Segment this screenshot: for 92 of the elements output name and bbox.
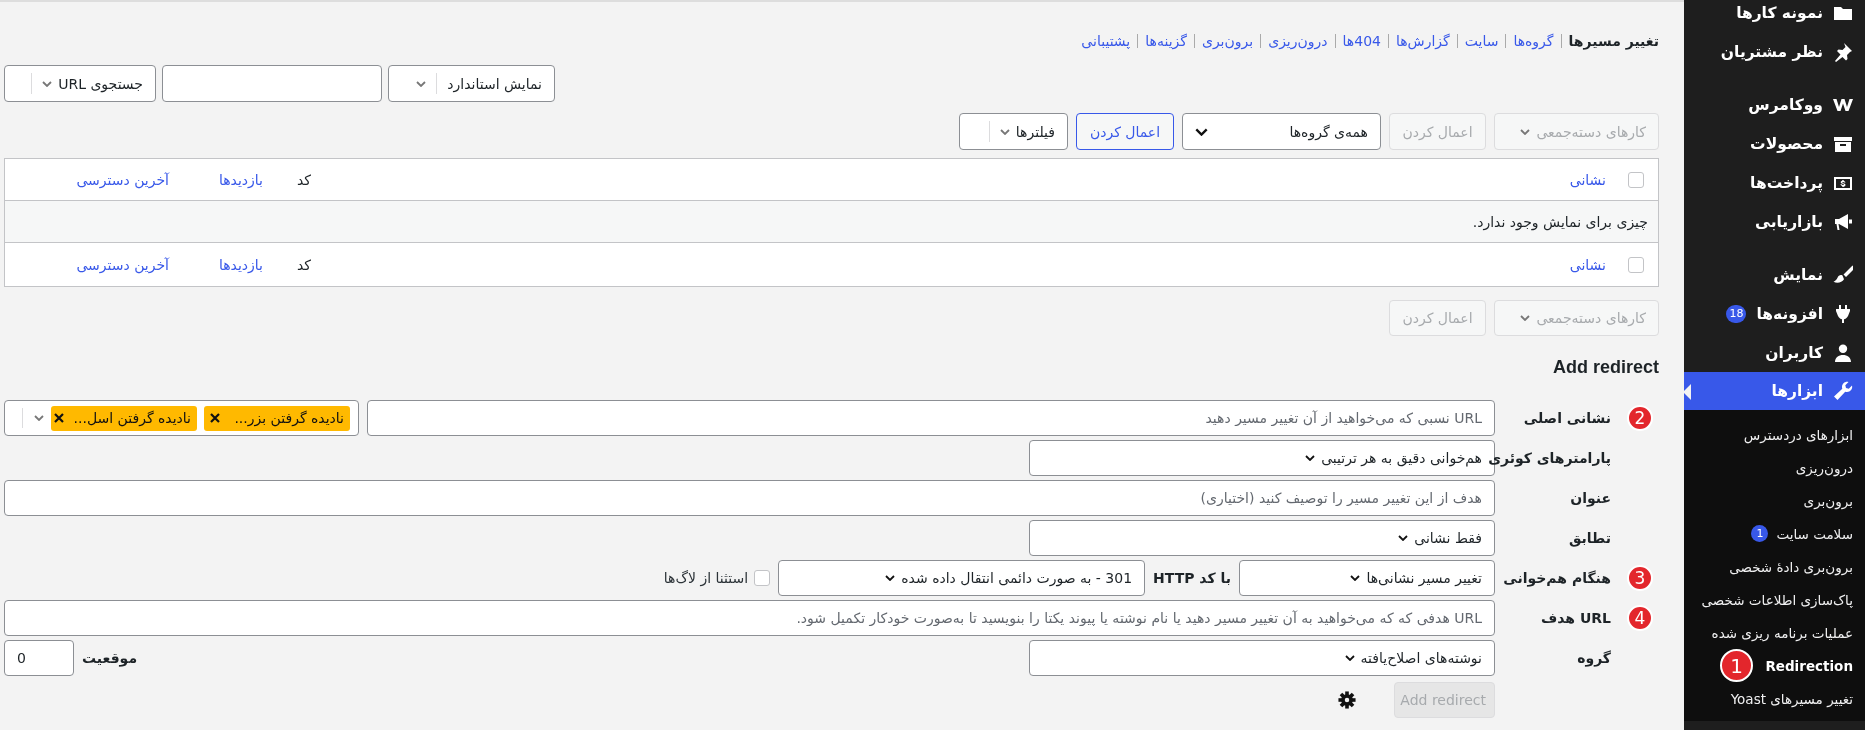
filters-dropdown[interactable]: فیلترها xyxy=(959,113,1068,150)
checkbox[interactable] xyxy=(754,570,771,586)
step-marker: 4 xyxy=(1627,605,1653,631)
menu-item[interactable]: پرداخت‌ها xyxy=(1684,163,1865,202)
wrench-icon xyxy=(1833,381,1853,401)
chevron-down-icon xyxy=(1520,315,1531,321)
view-link[interactable]: گزینه‌ها xyxy=(1137,34,1194,48)
search-button[interactable]: جستجوی URL xyxy=(4,65,156,102)
view-link[interactable]: تغییر مسیرها xyxy=(1560,34,1659,48)
view-link[interactable]: گزارش‌ها xyxy=(1387,34,1457,48)
menu-item[interactable]: ووکامرس xyxy=(1684,85,1865,124)
dropdown[interactable]: 301 - به صورت دائمی انتقال داده شده xyxy=(778,560,1146,596)
menu-item[interactable]: ابزارها xyxy=(1684,372,1865,410)
section-heading: Add redirect xyxy=(1551,356,1659,378)
checkbox-label: استثنا از لاگ‌ها xyxy=(663,570,749,586)
view-dropdown[interactable]: نمایش استاندارد xyxy=(388,65,555,102)
megaphone-icon xyxy=(1833,211,1853,232)
dropdown[interactable]: نوشته‌های اصلاح‌یافته xyxy=(1029,640,1495,676)
submenu-item[interactable]: برون‌بری دادهٔ شخصی xyxy=(1729,550,1865,583)
group-dropdown[interactable]: همه‌ی گروه‌ها xyxy=(1182,113,1381,150)
column-header[interactable]: آخرین دسترسی xyxy=(76,171,169,188)
chevron-down-icon xyxy=(42,80,53,87)
chevron-down-icon xyxy=(416,80,427,87)
tag-label: نادیده گرفتن اسل... xyxy=(73,410,191,426)
field-label: عنوان xyxy=(1570,490,1611,506)
column-header: کد xyxy=(297,256,311,273)
select-all-checkbox[interactable] xyxy=(1628,256,1644,273)
gear-icon[interactable] xyxy=(1338,691,1356,709)
chevron-down-icon xyxy=(1398,535,1409,541)
menu-item[interactable]: محصولات xyxy=(1684,124,1865,163)
field-label: نشانی اصلی xyxy=(1523,410,1611,426)
chevron-down-icon xyxy=(34,415,44,421)
close-icon[interactable] xyxy=(210,413,220,423)
brush-icon xyxy=(1833,264,1853,285)
count-badge: 18 xyxy=(1726,304,1747,323)
field-label: تطابق xyxy=(1568,530,1611,546)
view-link[interactable]: 404‌ها xyxy=(1334,34,1388,48)
select-all-checkbox[interactable] xyxy=(1628,171,1644,188)
source-url-field[interactable]: URL نسبی که می‌خواهید از آن تغییر مسیر دهید xyxy=(367,400,1495,436)
submenu-item[interactable]: پاک‌سازی اطلاعات شخصی xyxy=(1701,583,1865,616)
submenu-item[interactable]: عملیات برنامه ریزی شده xyxy=(1711,616,1865,649)
empty-message: چیزی برای نمایش وجود ندارد. xyxy=(1472,213,1648,230)
menu-item[interactable]: کاربران xyxy=(1684,333,1865,372)
field-label: با کد HTTP xyxy=(1153,570,1231,586)
step-marker: 2 xyxy=(1627,405,1653,431)
pin-icon xyxy=(1833,41,1853,62)
field-label: موقعیت xyxy=(82,650,138,666)
column-header[interactable]: بازدیدها xyxy=(218,256,263,273)
text-field[interactable]: هدف از این تغییر مسیر را توصیف کنید (اختیاری) xyxy=(4,480,1495,516)
submenu-item[interactable]: تغییر مسیرهای Yoast xyxy=(1730,682,1865,715)
step-marker: 1 xyxy=(1720,649,1753,682)
dropdown[interactable]: فقط نشانی xyxy=(1029,520,1495,556)
position-field[interactable]: 0 xyxy=(4,640,74,676)
tag-label: نادیده گرفتن بزر... xyxy=(233,410,344,426)
apply-button[interactable]: اعمال کردن xyxy=(1076,113,1174,150)
search-field[interactable] xyxy=(162,65,382,102)
plug-icon xyxy=(1833,303,1853,324)
menu-item[interactable]: نظر مشتریان xyxy=(1684,32,1865,71)
options-select[interactable]: نادیده گرفتن بزر... نادیده گرفتن اسل... xyxy=(4,400,359,436)
chevron-down-icon xyxy=(1350,575,1361,581)
chevron-down-icon xyxy=(999,128,1010,135)
user-icon xyxy=(1833,342,1853,363)
chevron-down-icon xyxy=(1195,127,1208,136)
close-icon[interactable] xyxy=(53,413,64,423)
text-field[interactable]: URL هدفی که که می‌خواهید به آن تغییر مسیر دهید یا نام نوشته یا پیوند یکتا را بنویسید تا به‌صورت خودکار تکمیل شود. xyxy=(4,600,1495,636)
view-link[interactable]: درون‌ریزی xyxy=(1260,34,1335,48)
chevron-down-icon xyxy=(885,575,896,581)
menu-item[interactable]: نمایش xyxy=(1684,255,1865,294)
step-marker: 3 xyxy=(1627,565,1653,591)
view-link[interactable]: سایت xyxy=(1456,34,1506,48)
column-header[interactable]: آخرین دسترسی xyxy=(76,256,169,273)
submenu-item[interactable]: درون‌ریزی xyxy=(1795,451,1865,484)
chevron-down-icon xyxy=(1305,455,1316,461)
column-header[interactable]: نشانی xyxy=(1569,171,1606,188)
submenu-item[interactable]: ابزارهای دردسترس xyxy=(1743,418,1865,451)
field-label: گروه xyxy=(1577,650,1611,666)
submenu-item[interactable]: Redirection xyxy=(1765,649,1865,682)
field-label: هنگام هم‌خوانی xyxy=(1503,570,1611,586)
menu-item[interactable]: نمونه کارها xyxy=(1684,0,1865,32)
view-link[interactable]: گروه‌ها xyxy=(1505,34,1561,48)
field-label: URL هدف xyxy=(1541,610,1611,626)
count-badge: 1 xyxy=(1751,525,1769,542)
view-link[interactable]: پشتیبانی xyxy=(1074,34,1138,48)
column-header[interactable]: نشانی xyxy=(1569,256,1606,273)
column-header: کد xyxy=(297,171,311,188)
submenu-item[interactable]: برون‌بری xyxy=(1803,484,1865,517)
chevron-down-icon xyxy=(1344,655,1355,661)
dropdown[interactable]: تغییر مسیر نشانی‌ها xyxy=(1239,560,1495,596)
chevron-down-icon xyxy=(1520,128,1531,135)
view-link[interactable]: برون‌بری xyxy=(1193,34,1261,48)
menu-item[interactable]: بازاریابی xyxy=(1684,202,1865,241)
column-header[interactable]: بازدیدها xyxy=(218,171,263,188)
